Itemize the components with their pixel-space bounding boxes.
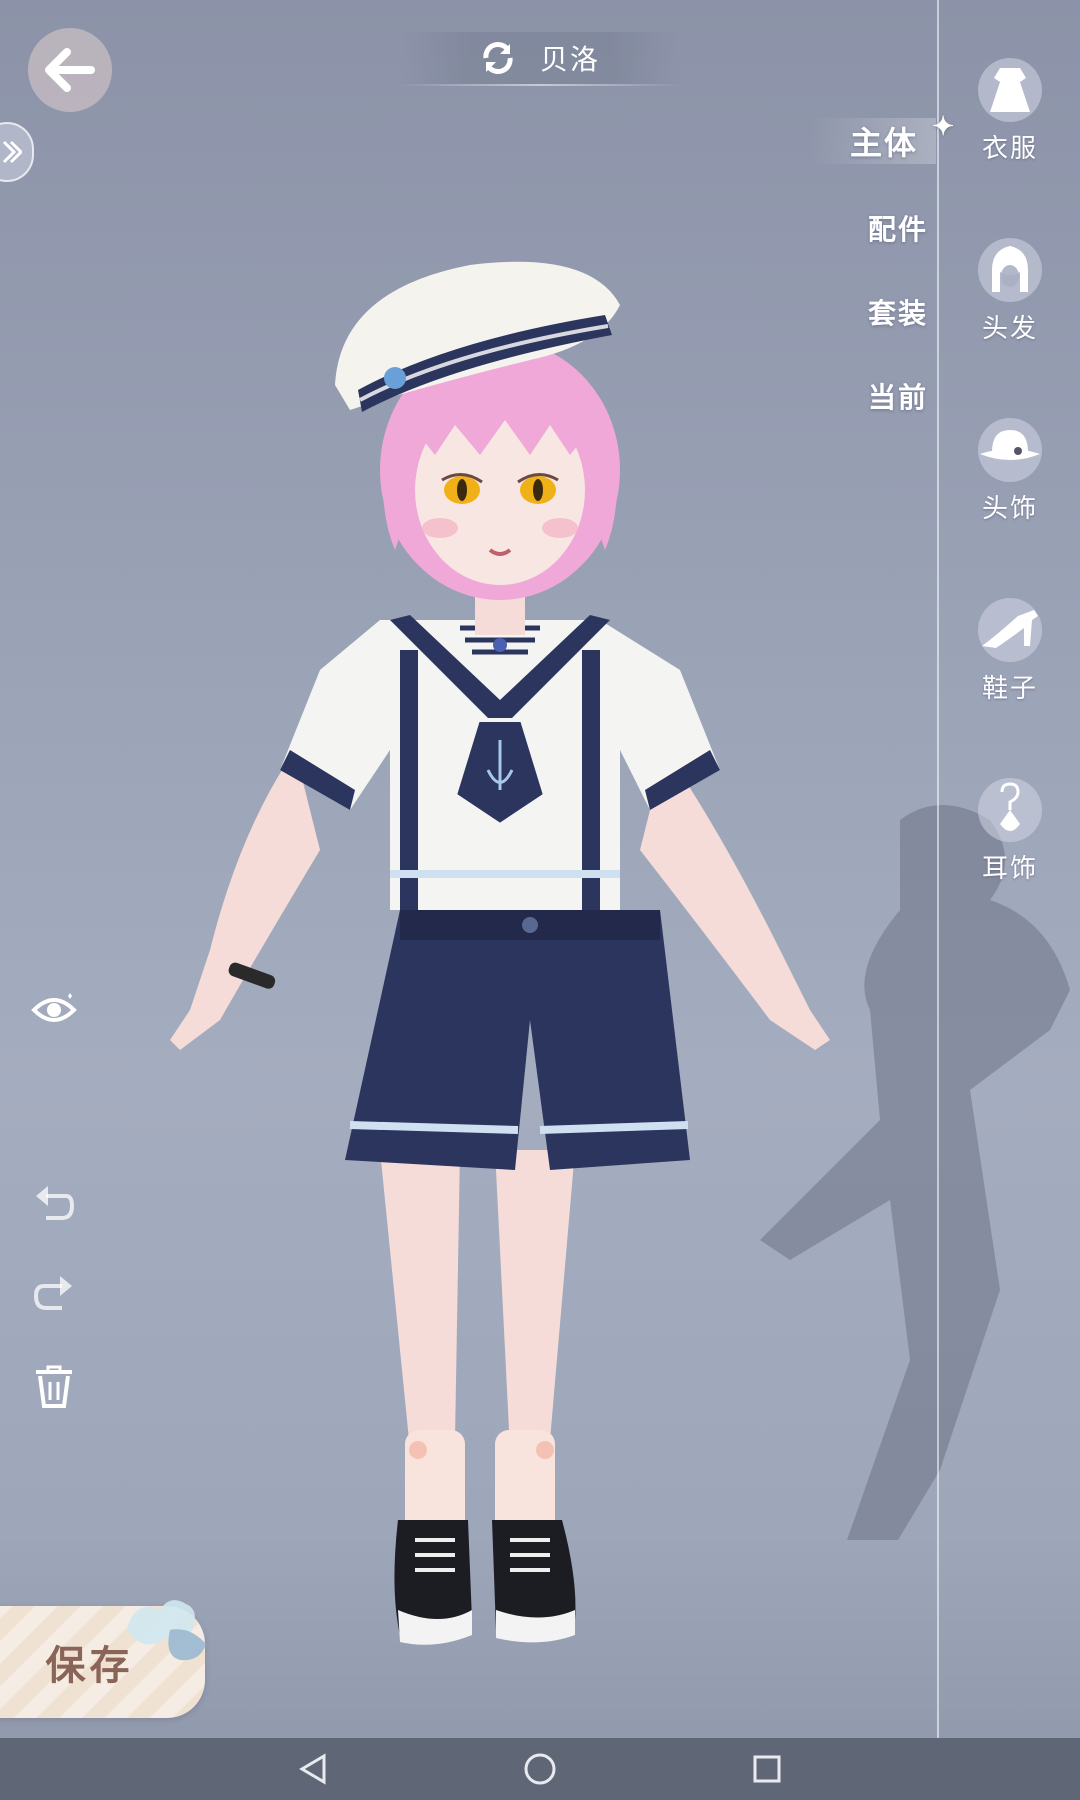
double-chevron-right-icon [2, 140, 22, 164]
toggle-visibility-button[interactable] [26, 982, 82, 1038]
tab-accessories[interactable]: 配件 [868, 208, 928, 248]
recents-square-icon[interactable] [752, 1754, 782, 1784]
category-hair[interactable]: 头发 [960, 238, 1060, 345]
tab-current[interactable]: 当前 [868, 376, 928, 416]
category-clothes[interactable]: 衣服 [960, 58, 1060, 165]
back-triangle-icon[interactable] [298, 1753, 328, 1785]
hat-icon [978, 418, 1042, 482]
panel-divider [937, 0, 939, 1738]
character-model[interactable] [150, 250, 950, 1650]
category-headwear-label: 头饰 [981, 494, 1038, 524]
tab-main-label: 主体 [849, 124, 918, 162]
tab-accessories-label: 配件 [867, 213, 928, 246]
redo-button[interactable] [26, 1266, 82, 1322]
dressup-screen: 贝洛 主体 ✦ 配件 套装 当前 衣服 头发 头饰 鞋子 耳饰 保存 [0, 0, 1080, 1800]
delete-button[interactable] [26, 1358, 82, 1414]
category-earrings-label: 耳饰 [981, 854, 1038, 884]
home-circle-icon[interactable] [523, 1752, 557, 1786]
tab-outfits-label: 套装 [867, 297, 928, 330]
refresh-icon [483, 42, 513, 74]
category-shoes-label: 鞋子 [981, 674, 1038, 704]
category-clothes-label: 衣服 [981, 134, 1038, 164]
eye-icon [31, 993, 77, 1022]
redo-icon [33, 1276, 72, 1310]
trash-icon [36, 1365, 72, 1408]
sparkle-icon: ✦ [932, 112, 956, 142]
character-switcher[interactable]: 贝洛 [400, 32, 680, 84]
expand-panel-button[interactable] [0, 122, 34, 182]
category-shoes[interactable]: 鞋子 [960, 598, 1060, 705]
undo-button[interactable] [26, 1176, 82, 1232]
tab-current-label: 当前 [867, 381, 928, 414]
undo-icon [36, 1186, 75, 1220]
system-navbar [0, 1738, 1080, 1800]
tab-outfits[interactable]: 套装 [868, 292, 928, 332]
back-button[interactable] [28, 28, 112, 112]
character-name: 贝洛 [539, 43, 600, 76]
shoe-icon [978, 598, 1042, 662]
tab-main[interactable]: 主体 ✦ [809, 112, 954, 164]
earring-icon [978, 778, 1042, 842]
category-earrings[interactable]: 耳饰 [960, 778, 1060, 885]
ribbon-decoration-icon [128, 1600, 206, 1661]
hair-icon [978, 238, 1042, 302]
dress-icon [978, 58, 1042, 122]
back-arrow-icon [45, 48, 95, 92]
category-headwear[interactable]: 头饰 [960, 418, 1060, 525]
category-hair-label: 头发 [981, 314, 1038, 344]
title-underline [400, 84, 680, 86]
